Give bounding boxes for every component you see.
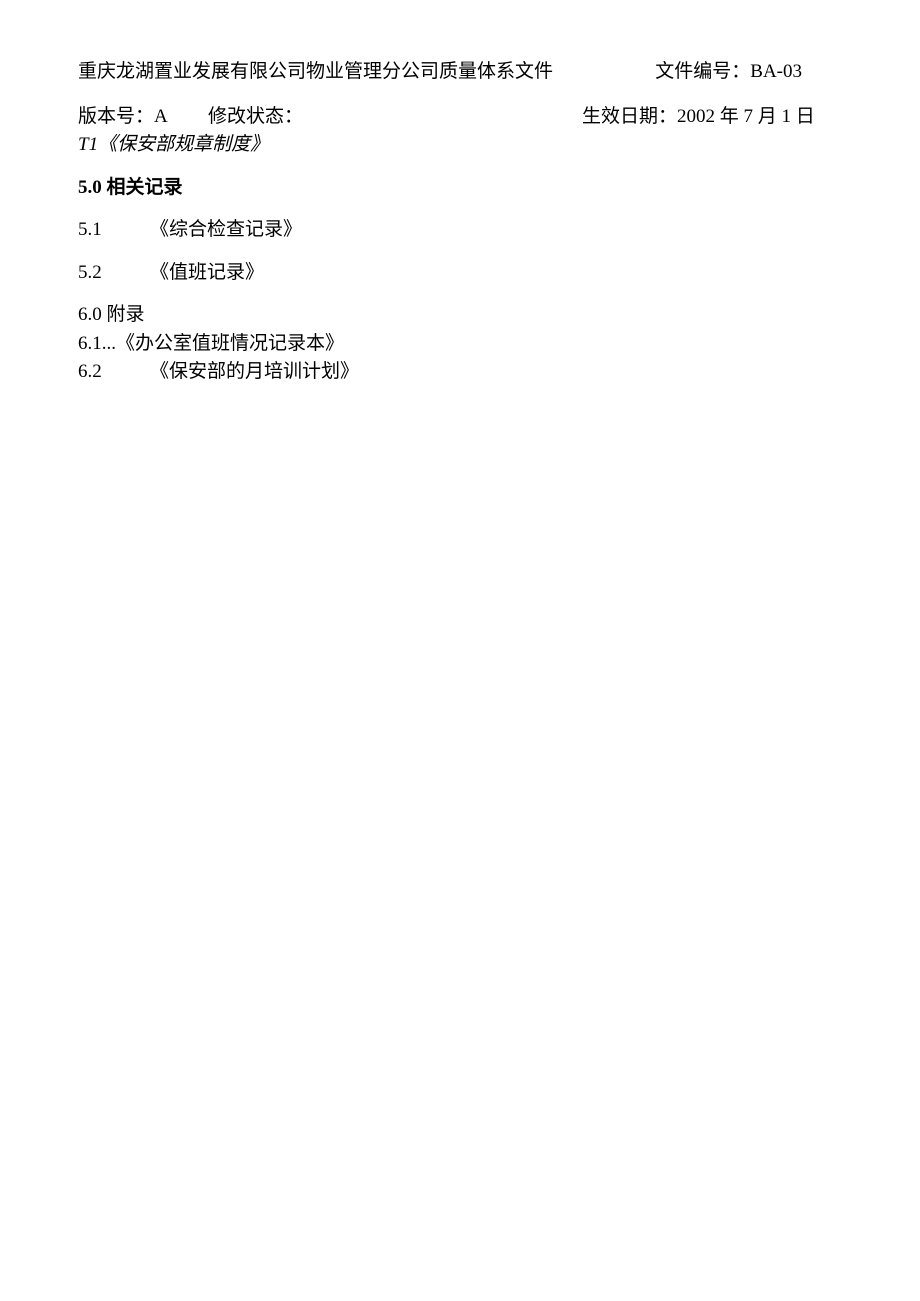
version-label: 版本号： xyxy=(78,106,154,127)
section-5-num: 5.0 xyxy=(78,177,102,198)
appendix-text-6-2: 《保安部的月培训计划》 xyxy=(150,358,359,387)
doc-number-label: 文件编号： xyxy=(655,61,750,82)
record-item-5-2: 5.2 《值班记录》 xyxy=(78,259,842,288)
appendix-num-6-0: 6.0 xyxy=(78,304,102,325)
t1-line: T1《保安部规章制度》 xyxy=(78,131,842,160)
appendix-title: 附录 xyxy=(102,304,145,325)
header-row-2: 版本号：A 修改状态： 生效日期：2002 年 7 月 1 日 xyxy=(78,103,842,132)
record-text-5-2: 《值班记录》 xyxy=(150,259,842,288)
t1-prefix: T1 xyxy=(78,134,98,155)
appendix-num-6-1: 6.1... xyxy=(78,333,116,354)
date-label: 生效日期： xyxy=(582,106,677,127)
version-value: A xyxy=(154,106,168,127)
appendix-item-6-2: 6.2 《保安部的月培训计划》 xyxy=(78,358,842,387)
date-value: 2002 年 7 月 1 日 xyxy=(677,106,815,127)
version-field: 版本号：A xyxy=(78,103,208,132)
t1-text: 《保安部规章制度》 xyxy=(98,134,269,155)
appendix-heading: 6.0 附录 xyxy=(78,301,842,330)
record-num-5-1: 5.1 xyxy=(78,216,150,245)
record-text-5-1: 《综合检查记录》 xyxy=(150,216,842,245)
modify-field: 修改状态： xyxy=(208,103,488,132)
appendix-num-6-2: 6.2 xyxy=(78,358,150,387)
header-row-1: 重庆龙湖置业发展有限公司物业管理分公司质量体系文件 文件编号：BA-03 xyxy=(78,58,842,87)
record-num-5-2: 5.2 xyxy=(78,259,150,288)
section-5-heading: 5.0 相关记录 xyxy=(78,174,842,203)
record-item-5-1: 5.1 《综合检查记录》 xyxy=(78,216,842,245)
section-5-title: 相关记录 xyxy=(102,177,183,198)
appendix-item-6-1: 6.1...《办公室值班情况记录本》 xyxy=(78,330,842,359)
modify-label: 修改状态： xyxy=(208,106,303,127)
doc-number-value: BA-03 xyxy=(750,61,802,82)
company-title: 重庆龙湖置业发展有限公司物业管理分公司质量体系文件 xyxy=(78,58,553,87)
doc-number: 文件编号：BA-03 xyxy=(655,58,842,87)
date-field: 生效日期：2002 年 7 月 1 日 xyxy=(582,103,815,132)
appendix-text-6-1: 《办公室值班情况记录本》 xyxy=(116,333,344,354)
